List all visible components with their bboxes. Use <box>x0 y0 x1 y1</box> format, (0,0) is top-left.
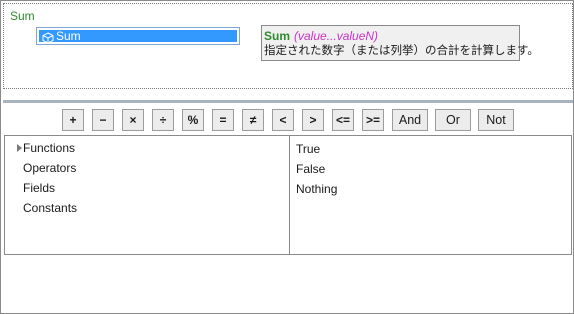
equals-button[interactable]: = <box>212 109 234 131</box>
greater-or-equal-button[interactable]: >= <box>362 109 384 131</box>
category-list[interactable]: Functions Operators Fields Constants <box>5 136 290 254</box>
expression-editor-window: Sum Sum Sum (value...valueN) 指定された数字（または列… <box>0 0 574 314</box>
category-fields[interactable]: Fields <box>23 180 55 196</box>
category-operators[interactable]: Operators <box>23 160 76 176</box>
value-item-nothing[interactable]: Nothing <box>296 181 337 197</box>
value-item-true[interactable]: True <box>296 141 320 157</box>
plus-button[interactable]: + <box>62 109 84 131</box>
lists-panel: Functions Operators Fields Constants Tru… <box>4 135 572 255</box>
expression-text[interactable]: Sum <box>10 9 35 23</box>
not-equals-button[interactable]: ≠ <box>242 109 264 131</box>
panel-splitter[interactable] <box>3 100 573 103</box>
tooltip-description: 指定された数字（または列挙）の合計を計算します。 <box>264 45 539 57</box>
autocomplete-popup[interactable]: Sum <box>36 27 240 45</box>
less-or-equal-button[interactable]: <= <box>332 109 354 131</box>
tooltip-function-name: Sum <box>264 29 291 43</box>
modulo-button[interactable]: % <box>182 109 204 131</box>
category-constants[interactable]: Constants <box>23 200 77 216</box>
greater-than-button[interactable]: > <box>302 109 324 131</box>
tooltip-function-args: (value...valueN) <box>294 29 379 43</box>
autocomplete-item-sum[interactable]: Sum <box>39 29 237 44</box>
divide-button[interactable]: ÷ <box>152 109 174 131</box>
not-button[interactable]: Not <box>478 109 514 131</box>
category-functions[interactable]: Functions <box>17 140 76 156</box>
value-list[interactable]: True False Nothing <box>290 136 571 254</box>
expression-input-area[interactable]: Sum Sum Sum (value...valueN) 指定された数字（または列… <box>3 3 573 89</box>
expand-arrow-icon[interactable] <box>17 144 22 152</box>
operator-toolbar: + − × ÷ % = ≠ < > <= >= And Or Not <box>1 109 574 133</box>
multiply-button[interactable]: × <box>122 109 144 131</box>
less-than-button[interactable]: < <box>272 109 294 131</box>
function-cube-icon <box>42 32 54 44</box>
function-tooltip: Sum (value...valueN) 指定された数字（または列挙）の合計を計算… <box>261 25 539 61</box>
or-button[interactable]: Or <box>435 109 471 131</box>
category-label: Functions <box>23 141 76 155</box>
autocomplete-item-label: Sum <box>56 29 81 43</box>
minus-button[interactable]: − <box>92 109 114 131</box>
value-item-false[interactable]: False <box>296 161 325 177</box>
and-button[interactable]: And <box>392 109 428 131</box>
